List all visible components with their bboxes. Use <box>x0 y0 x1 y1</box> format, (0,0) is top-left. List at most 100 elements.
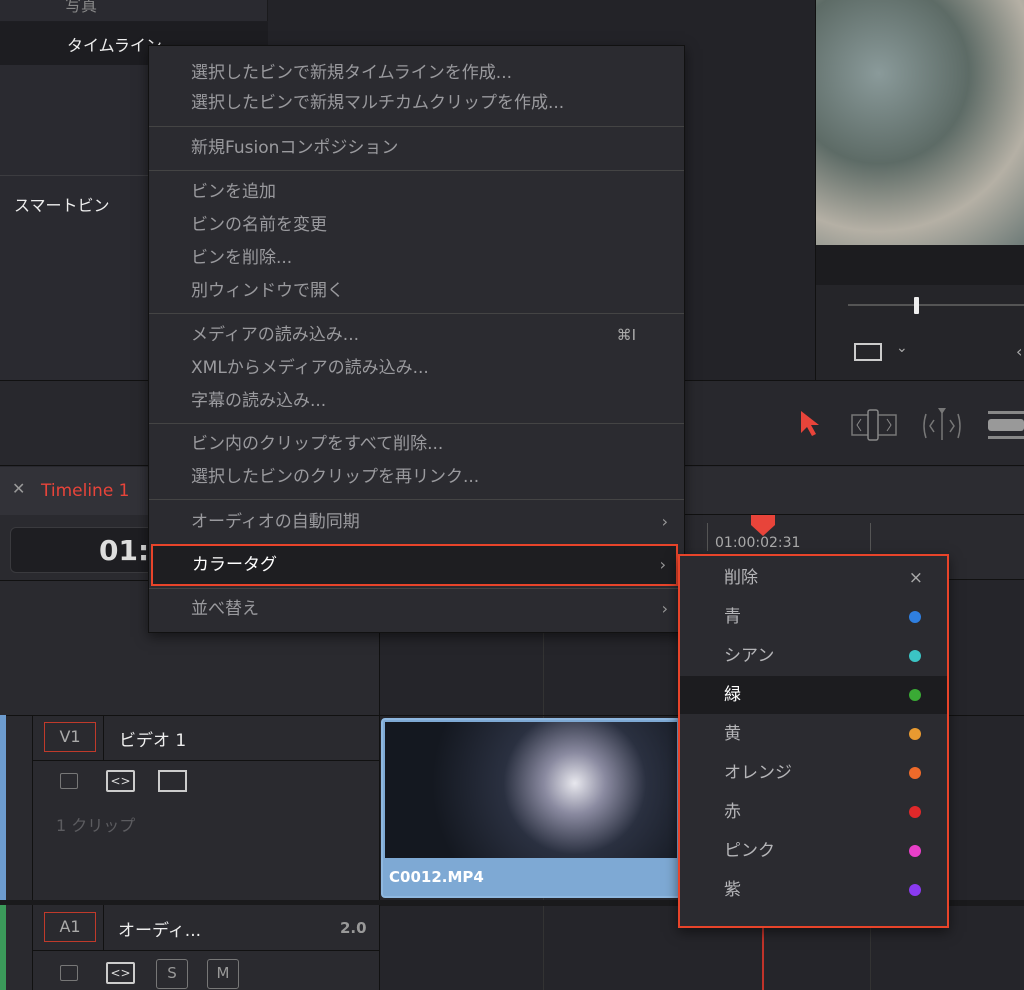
divider <box>103 715 104 760</box>
menu-separator <box>149 126 684 127</box>
menu-item-sort[interactable]: 並べ替え › <box>149 593 684 625</box>
menu-label: 選択したビンのクリップを再リンク... <box>191 467 480 487</box>
trim-tool-icon[interactable] <box>851 409 899 441</box>
color-dot-icon <box>909 767 921 779</box>
menu-item-new-timeline[interactable]: 選択したビンで新規タイムラインを作成... <box>149 57 684 89</box>
film-icon[interactable] <box>854 343 882 361</box>
chevron-down-icon[interactable]: ⌄ <box>896 340 908 356</box>
chevron-left-icon[interactable]: ‹ <box>1016 342 1022 361</box>
film-icon[interactable] <box>158 770 187 792</box>
color-tag-yellow[interactable]: 黄 <box>680 715 947 753</box>
menu-label: オーディオの自動同期 <box>191 512 360 532</box>
track-name[interactable]: ビデオ 1 <box>119 726 186 751</box>
clip-thumbnail <box>385 722 677 858</box>
solo-button[interactable]: S <box>156 959 188 989</box>
menu-separator <box>149 499 684 500</box>
menu-label: 赤 <box>724 802 741 822</box>
divider <box>32 905 33 990</box>
menu-separator <box>149 588 684 589</box>
divider <box>32 950 380 951</box>
menu-label: ビンの名前を変更 <box>191 215 327 235</box>
menu-label: 並べ替え <box>191 599 259 619</box>
lock-icon[interactable] <box>60 773 78 789</box>
scrubber-handle[interactable] <box>914 297 919 314</box>
timecode-text: 01: <box>99 534 150 567</box>
color-tag-purple[interactable]: 紫 <box>680 871 947 909</box>
menu-label: 別ウィンドウで開く <box>191 281 344 301</box>
color-dot-icon <box>909 650 921 662</box>
bin-photos[interactable]: 写真 <box>0 0 268 22</box>
menu-label: 選択したビンで新規タイムラインを作成... <box>191 63 513 83</box>
menu-item-add-bin[interactable]: ビンを追加 <box>149 176 684 208</box>
close-icon[interactable]: ✕ <box>12 479 25 498</box>
color-dot-icon <box>909 728 921 740</box>
menu-item-new-fusion[interactable]: 新規Fusionコンポジション <box>149 132 684 164</box>
menu-item-color-tag[interactable]: カラータグ › <box>151 544 678 586</box>
menu-label: 黄 <box>724 724 741 744</box>
bin-label: 写真 <box>65 0 98 15</box>
menu-label: 青 <box>724 607 741 627</box>
mute-button[interactable]: M <box>207 959 239 989</box>
menu-label: ピンク <box>724 841 775 861</box>
color-tag-remove[interactable]: 削除 × <box>680 559 947 597</box>
color-dot-icon <box>909 806 921 818</box>
menu-separator <box>149 313 684 314</box>
color-dot-icon <box>909 845 921 857</box>
video-clip[interactable]: C0012.MP4 <box>381 718 681 898</box>
scrubber[interactable] <box>848 304 1024 306</box>
color-tag-blue[interactable]: 青 <box>680 598 947 636</box>
menu-item-import-subtitle[interactable]: 字幕の読み込み... <box>149 385 684 417</box>
viewer-image <box>816 0 1024 245</box>
tab-timeline-1[interactable]: ✕ Timeline 1 <box>0 467 150 515</box>
blade-tool-icon[interactable] <box>988 411 1024 439</box>
menu-label: オレンジ <box>724 763 792 783</box>
clip-name: C0012.MP4 <box>389 868 484 886</box>
bin-context-menu: 選択したビンで新規タイムラインを作成... 選択したビンで新規マルチカムクリップ… <box>148 45 685 633</box>
menu-label: カラータグ <box>192 555 277 575</box>
color-tag-submenu: 削除 × 青 シアン 緑 黄 オレンジ 赤 ピンク 紫 <box>678 554 949 928</box>
menu-item-auto-sync-audio[interactable]: オーディオの自動同期 › <box>149 506 684 538</box>
color-tag-pink[interactable]: ピンク <box>680 832 947 870</box>
color-dot-icon <box>909 689 921 701</box>
menu-item-open-window[interactable]: 別ウィンドウで開く <box>149 275 684 307</box>
track-name[interactable]: オーディ... <box>118 916 201 941</box>
menu-label: 新規Fusionコンポジション <box>191 138 399 158</box>
dynamic-trim-icon[interactable] <box>920 406 964 442</box>
menu-item-import-xml[interactable]: XMLからメディアの読み込み... <box>149 352 684 384</box>
menu-item-delete-bin[interactable]: ビンを削除... <box>149 242 684 274</box>
menu-item-import-media[interactable]: メディアの読み込み... ⌘I <box>149 319 684 351</box>
video-track-color <box>0 715 6 900</box>
menu-label: ビンを追加 <box>191 182 276 202</box>
menu-item-rename-bin[interactable]: ビンの名前を変更 <box>149 209 684 241</box>
menu-item-new-multicam[interactable]: 選択したビンで新規マルチカムクリップを作成... <box>149 87 684 119</box>
menu-label: ビンを削除... <box>191 248 293 268</box>
chevron-right-icon: › <box>661 599 668 618</box>
clip-count: 1 クリップ <box>56 816 136 835</box>
menu-label: 紫 <box>724 880 741 900</box>
auto-select-icon[interactable]: <> <box>106 770 135 792</box>
color-tag-orange[interactable]: オレンジ <box>680 754 947 792</box>
playhead-icon[interactable] <box>750 515 776 537</box>
menu-label: XMLからメディアの読み込み... <box>191 358 429 378</box>
ruler-tick <box>707 523 708 551</box>
close-icon: × <box>908 568 923 588</box>
color-tag-red[interactable]: 赤 <box>680 793 947 831</box>
color-tag-green[interactable]: 緑 <box>680 676 947 714</box>
chevron-right-icon: › <box>661 512 668 531</box>
menu-label: 字幕の読み込み... <box>191 391 327 411</box>
auto-select-icon[interactable]: <> <box>106 962 135 984</box>
menu-label: 削除 <box>724 568 758 588</box>
divider <box>32 760 380 761</box>
lock-icon[interactable] <box>60 965 78 981</box>
divider <box>6 715 380 716</box>
channel-label: 2.0 <box>340 919 367 937</box>
track-badge-a1[interactable]: A1 <box>44 912 96 942</box>
menu-separator <box>149 170 684 171</box>
selection-tool-icon[interactable] <box>798 409 822 439</box>
track-badge-v1[interactable]: V1 <box>44 722 96 752</box>
menu-item-relink[interactable]: 選択したビンのクリップを再リンク... <box>149 461 684 493</box>
audio-track-color <box>0 905 6 990</box>
divider <box>32 715 33 900</box>
color-tag-cyan[interactable]: シアン <box>680 637 947 675</box>
menu-item-remove-clips[interactable]: ビン内のクリップをすべて削除... <box>149 428 684 460</box>
